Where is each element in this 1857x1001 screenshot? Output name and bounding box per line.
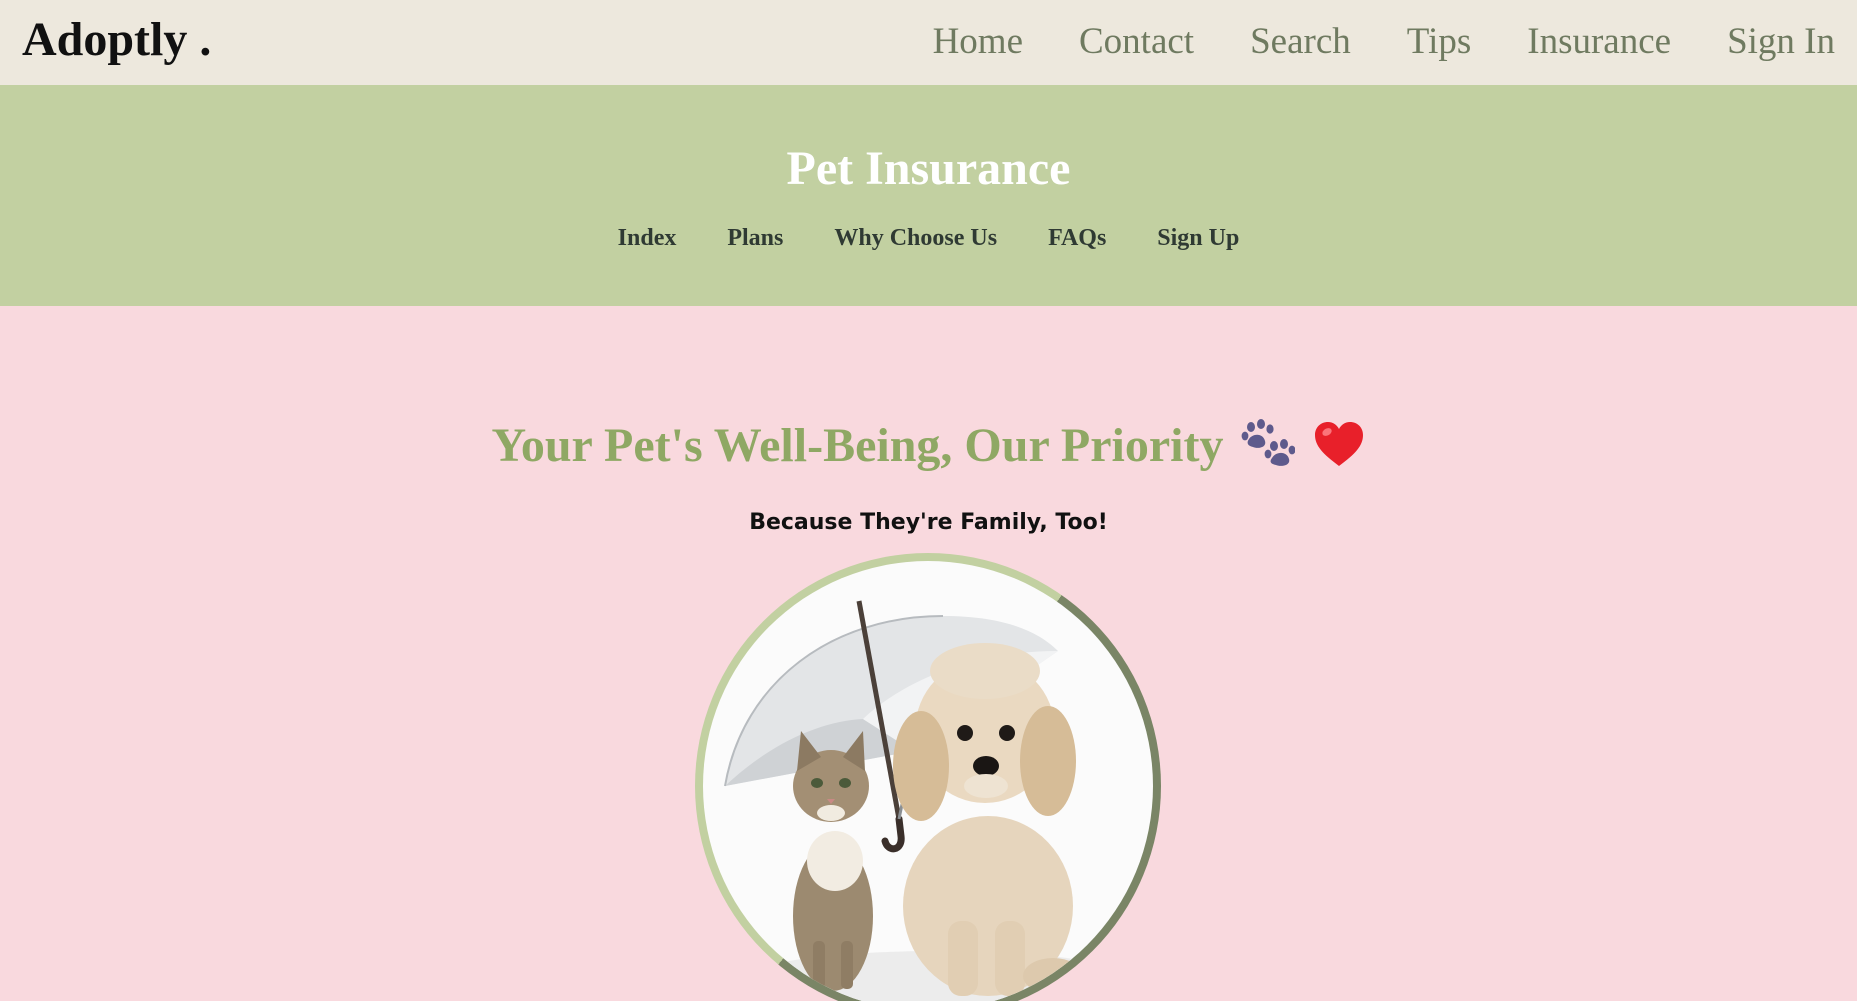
nav-tips-link[interactable]: Tips (1407, 18, 1471, 66)
hero-title-text: Your Pet's Well-Being, Our Priority (491, 419, 1224, 472)
subnav-faqs-link[interactable]: FAQs (1048, 225, 1106, 252)
nav-insurance-link[interactable]: Insurance (1527, 18, 1671, 66)
nav-contact-link[interactable]: Contact (1079, 18, 1194, 66)
hero-subtitle: Because They're Family, Too! (749, 510, 1108, 535)
subnav-index-link[interactable]: Index (618, 225, 677, 252)
subnav-why-choose-us-link[interactable]: Why Choose Us (834, 225, 997, 252)
brand-name: Adoptly (22, 13, 188, 66)
hero-title: Your Pet's Well-Being, Our Priority (0, 418, 1857, 481)
brand-logo[interactable]: Adoptly. (22, 12, 211, 67)
nav-home-link[interactable]: Home (933, 18, 1023, 66)
main-nav: Home Contact Search Tips Insurance Sign … (933, 18, 1835, 66)
subnav-plans-link[interactable]: Plans (727, 225, 783, 252)
top-navigation-bar: Adoptly. Home Contact Search Tips Insura… (0, 0, 1857, 85)
insurance-header: Pet Insurance Index Plans Why Choose Us … (0, 85, 1857, 306)
hero-photo-frame (695, 553, 1161, 1001)
nav-search-link[interactable]: Search (1250, 18, 1351, 66)
page-title: Pet Insurance (786, 142, 1071, 195)
insurance-sub-nav: Index Plans Why Choose Us FAQs Sign Up (0, 225, 1857, 252)
paw-prints-icon (1241, 418, 1296, 481)
subnav-sign-up-link[interactable]: Sign Up (1157, 225, 1239, 252)
brand-dot: . (199, 13, 212, 66)
nav-sign-in-link[interactable]: Sign In (1727, 18, 1835, 66)
red-heart-icon (1313, 420, 1365, 480)
kitten-puppy-umbrella-image (703, 561, 1153, 1001)
